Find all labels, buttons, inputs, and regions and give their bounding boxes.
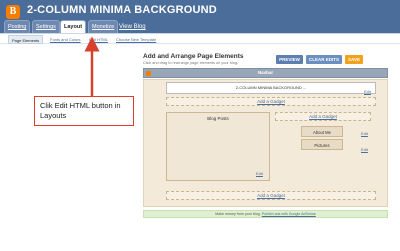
blog-posts-edit-link[interactable]: Edit xyxy=(256,171,263,176)
header-gadget[interactable]: 2-COLUMN MINIMA BACKGROUND ... xyxy=(166,82,376,94)
tab-monetize[interactable]: Monetize xyxy=(88,20,119,33)
header-gadget-title: 2-COLUMN MINIMA BACKGROUND ... xyxy=(235,85,307,90)
tab-settings[interactable]: Settings xyxy=(32,20,60,33)
main-tabs: Posting Settings Layout Monetize View Bl… xyxy=(0,19,400,34)
adsense-promo-message: Make money from your blog. xyxy=(215,212,261,216)
preview-button[interactable]: PREVIEW xyxy=(276,55,303,64)
pictures-edit-link[interactable]: Edit xyxy=(361,147,368,152)
add-gadget-sidebar[interactable]: Add a Gadget xyxy=(275,112,371,121)
page-subtitle: Click and drag to rearrange page element… xyxy=(143,61,238,65)
blogger-logo-icon[interactable]: B xyxy=(6,5,20,19)
adsense-link[interactable]: Publish ads with Google AdSense xyxy=(262,212,316,216)
about-me-gadget[interactable]: About Me xyxy=(301,126,343,137)
page-title: Add and Arrange Page Elements xyxy=(143,53,244,60)
add-gadget-bottom[interactable]: Add a Gadget xyxy=(166,191,376,200)
pictures-gadget[interactable]: Pictures xyxy=(301,139,343,150)
about-me-edit-link[interactable]: Edit xyxy=(361,131,368,136)
sidebar-add-gadget-label: Add a Gadget xyxy=(309,114,337,119)
adsense-promo-bar: Make money from your blog. Publish ads w… xyxy=(143,210,388,218)
view-blog-link[interactable]: View Blog xyxy=(119,21,146,33)
navbar-gadget: Navbar xyxy=(143,68,388,78)
adsense-promo-text: Make money from your blog. Publish ads w… xyxy=(144,212,387,216)
subtab-choose-template[interactable]: Choose New Template xyxy=(113,35,159,44)
tab-layout[interactable]: Layout xyxy=(60,20,87,33)
subtab-page-elements[interactable]: Page Elements xyxy=(8,35,44,44)
blog-title: 2-COLUMN MINIMA BACKGROUND xyxy=(27,4,217,16)
subtab-edit-html[interactable]: Edit HTML xyxy=(86,35,111,44)
bottom-add-gadget-label: Add a Gadget xyxy=(257,193,285,198)
tab-posting[interactable]: Posting xyxy=(4,20,31,33)
subtab-fonts-colors[interactable]: Fonts and Colors xyxy=(47,35,83,44)
annotation-callout: Clik Edit HTML button in Layouts xyxy=(34,96,134,126)
blog-posts-title: Blog Posts xyxy=(207,116,229,121)
blog-posts-gadget[interactable]: Blog Posts xyxy=(166,112,270,181)
layout-subtabs: Page Elements Fonts and Colors Edit HTML… xyxy=(0,35,400,44)
clear-edits-button[interactable]: CLEAR EDITS xyxy=(306,55,342,64)
add-gadget-label: Add a Gadget xyxy=(257,99,285,104)
add-gadget-top[interactable]: Add a Gadget xyxy=(166,97,376,106)
about-me-title: About Me xyxy=(313,130,331,135)
pictures-title: Pictures xyxy=(314,143,330,148)
header-edit-link[interactable]: Edit xyxy=(364,89,371,94)
navbar-label: Navbar xyxy=(257,70,274,75)
save-button[interactable]: SAVE xyxy=(345,55,363,64)
